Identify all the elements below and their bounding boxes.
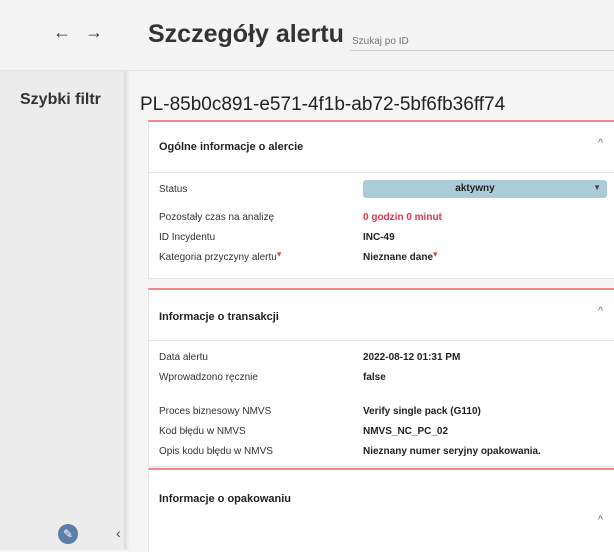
- nmvs-error-code-label: Kod błędu w NMVS: [159, 426, 246, 437]
- nmvs-process-label: Proces biznesowy NMVS: [159, 406, 272, 417]
- status-value: aktywny: [455, 183, 495, 194]
- general-info-card-header[interactable]: Ogólne informacje o alercie ^: [149, 122, 614, 173]
- status-label: Status: [159, 184, 188, 195]
- status-select[interactable]: aktywny ▼: [363, 180, 607, 198]
- nmvs-error-desc-label: Opis kodu błędu w NMVS: [159, 446, 273, 457]
- pencil-icon: ✎: [62, 527, 74, 541]
- package-info-card: Informacje o opakowaniu ^: [148, 468, 614, 552]
- page-title: Szczegóły alertu: [148, 20, 344, 48]
- quick-filter-sidebar: Szybki filtr ✎ ‹: [0, 71, 124, 550]
- edit-button[interactable]: ✎: [58, 524, 78, 544]
- transaction-info-card-header[interactable]: Informacje o transakcji ^: [149, 290, 614, 341]
- general-info-card: Ogólne informacje o alercie ^ Status akt…: [148, 120, 614, 279]
- chevron-up-icon[interactable]: ^: [598, 305, 603, 317]
- forward-arrow-icon[interactable]: →: [84, 22, 104, 43]
- package-info-card-title: Informacje o opakowaniu: [159, 493, 292, 505]
- transaction-info-card: Informacje o transakcji ^ Data alertu 20…: [148, 288, 614, 467]
- category-label-text: Kategoria przyczyny alertu: [159, 252, 277, 263]
- time-remaining-value: 0 godzin 0 minut: [363, 212, 442, 223]
- manual-entry-value: false: [363, 372, 386, 383]
- collapse-sidebar-icon[interactable]: ‹: [116, 525, 121, 541]
- general-info-card-title: Ogólne informacje o alercie: [159, 141, 304, 153]
- incident-id-label: ID Incydentu: [159, 232, 216, 243]
- package-info-card-header[interactable]: Informacje o opakowaniu ^: [149, 470, 614, 552]
- dropdown-caret-icon: ▼: [593, 183, 601, 192]
- transaction-info-card-title: Informacje o transakcji: [159, 311, 279, 323]
- required-flag-icon: ▾: [276, 249, 282, 259]
- required-flag-icon: ▾: [433, 249, 438, 259]
- back-arrow-icon[interactable]: ←: [52, 22, 72, 43]
- sidebar-title: Szybki filtr: [20, 91, 101, 108]
- search-input[interactable]: [350, 32, 614, 51]
- alert-date-value: 2022-08-12 01:31 PM: [363, 352, 461, 363]
- nmvs-process-value: Verify single pack (G110): [363, 406, 481, 417]
- time-remaining-label: Pozostały czas na analizę: [159, 212, 275, 223]
- category-label: Kategoria przyczyny alertu▾: [159, 249, 282, 263]
- nmvs-error-code-value: NMVS_NC_PC_02: [363, 426, 449, 437]
- manual-entry-label: Wprowadzono ręcznie: [159, 372, 258, 383]
- chevron-up-icon[interactable]: ^: [598, 137, 603, 149]
- nmvs-error-desc-value: Nieznany numer seryjny opakowania.: [363, 446, 541, 457]
- incident-id-value: INC-49: [363, 232, 395, 243]
- top-bar: ← → Szczegóły alertu: [0, 0, 614, 71]
- category-value: Nieznane dane▾: [363, 249, 438, 263]
- category-value-text: Nieznane dane: [363, 252, 434, 263]
- sidebar-divider: [124, 71, 130, 550]
- chevron-up-icon[interactable]: ^: [598, 514, 603, 526]
- alert-date-label: Data alertu: [159, 352, 208, 363]
- alert-id-heading: PL-85b0c891-e571-4f1b-ab72-5bf6fb36ff74: [140, 94, 506, 115]
